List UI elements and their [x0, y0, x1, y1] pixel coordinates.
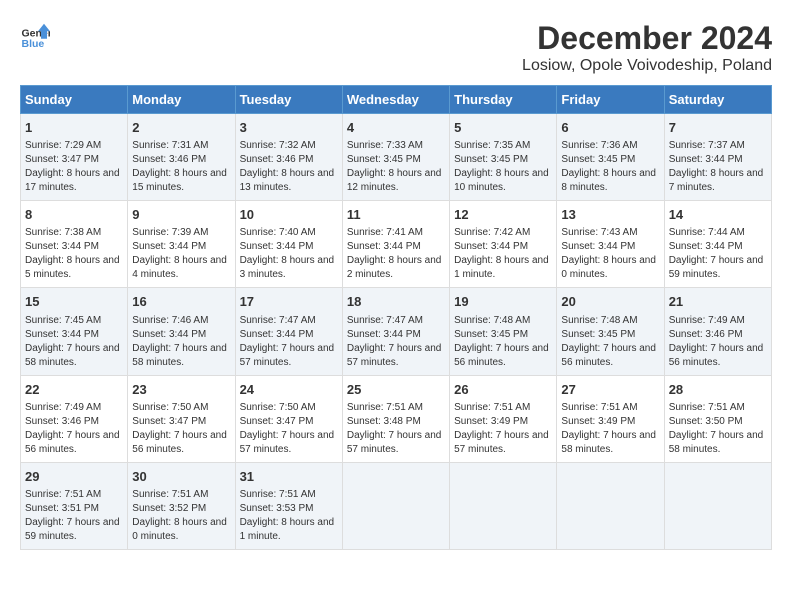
calendar-cell: 25Sunrise: 7:51 AMSunset: 3:48 PMDayligh… — [342, 375, 449, 462]
day-number: 25 — [347, 381, 445, 399]
calendar-cell: 14Sunrise: 7:44 AMSunset: 3:44 PMDayligh… — [664, 201, 771, 288]
day-number: 13 — [561, 206, 659, 224]
calendar-cell: 31Sunrise: 7:51 AMSunset: 3:53 PMDayligh… — [235, 462, 342, 549]
calendar-cell: 12Sunrise: 7:42 AMSunset: 3:44 PMDayligh… — [450, 201, 557, 288]
calendar-table: SundayMondayTuesdayWednesdayThursdayFrid… — [20, 85, 772, 550]
calendar-cell: 23Sunrise: 7:50 AMSunset: 3:47 PMDayligh… — [128, 375, 235, 462]
day-number: 15 — [25, 293, 123, 311]
title-area: December 2024 Losiow, Opole Voivodeship,… — [522, 20, 772, 75]
logo-icon: General Blue — [20, 20, 50, 50]
calendar-cell: 3Sunrise: 7:32 AMSunset: 3:46 PMDaylight… — [235, 114, 342, 201]
calendar-cell: 27Sunrise: 7:51 AMSunset: 3:49 PMDayligh… — [557, 375, 664, 462]
calendar-cell: 10Sunrise: 7:40 AMSunset: 3:44 PMDayligh… — [235, 201, 342, 288]
calendar-body: 1Sunrise: 7:29 AMSunset: 3:47 PMDaylight… — [21, 114, 772, 550]
day-number: 26 — [454, 381, 552, 399]
calendar-cell: 26Sunrise: 7:51 AMSunset: 3:49 PMDayligh… — [450, 375, 557, 462]
main-title: December 2024 — [522, 20, 772, 57]
calendar-week-row: 8Sunrise: 7:38 AMSunset: 3:44 PMDaylight… — [21, 201, 772, 288]
calendar-week-row: 22Sunrise: 7:49 AMSunset: 3:46 PMDayligh… — [21, 375, 772, 462]
calendar-cell: 15Sunrise: 7:45 AMSunset: 3:44 PMDayligh… — [21, 288, 128, 375]
day-number: 12 — [454, 206, 552, 224]
calendar-cell: 5Sunrise: 7:35 AMSunset: 3:45 PMDaylight… — [450, 114, 557, 201]
calendar-week-row: 1Sunrise: 7:29 AMSunset: 3:47 PMDaylight… — [21, 114, 772, 201]
calendar-cell: 29Sunrise: 7:51 AMSunset: 3:51 PMDayligh… — [21, 462, 128, 549]
calendar-cell: 9Sunrise: 7:39 AMSunset: 3:44 PMDaylight… — [128, 201, 235, 288]
day-number: 29 — [25, 468, 123, 486]
calendar-cell: 28Sunrise: 7:51 AMSunset: 3:50 PMDayligh… — [664, 375, 771, 462]
day-number: 16 — [132, 293, 230, 311]
calendar-cell: 17Sunrise: 7:47 AMSunset: 3:44 PMDayligh… — [235, 288, 342, 375]
day-number: 10 — [240, 206, 338, 224]
subtitle: Losiow, Opole Voivodeship, Poland — [522, 57, 772, 75]
day-number: 19 — [454, 293, 552, 311]
calendar-cell: 24Sunrise: 7:50 AMSunset: 3:47 PMDayligh… — [235, 375, 342, 462]
day-number: 22 — [25, 381, 123, 399]
header: General Blue December 2024 Losiow, Opole… — [20, 20, 772, 75]
column-header-friday: Friday — [557, 86, 664, 114]
day-number: 30 — [132, 468, 230, 486]
day-number: 17 — [240, 293, 338, 311]
day-number: 31 — [240, 468, 338, 486]
day-number: 28 — [669, 381, 767, 399]
calendar-cell: 19Sunrise: 7:48 AMSunset: 3:45 PMDayligh… — [450, 288, 557, 375]
calendar-cell: 21Sunrise: 7:49 AMSunset: 3:46 PMDayligh… — [664, 288, 771, 375]
day-number: 6 — [561, 119, 659, 137]
day-number: 20 — [561, 293, 659, 311]
svg-text:Blue: Blue — [22, 38, 45, 50]
calendar-cell — [664, 462, 771, 549]
calendar-cell: 30Sunrise: 7:51 AMSunset: 3:52 PMDayligh… — [128, 462, 235, 549]
calendar-cell: 8Sunrise: 7:38 AMSunset: 3:44 PMDaylight… — [21, 201, 128, 288]
calendar-cell: 11Sunrise: 7:41 AMSunset: 3:44 PMDayligh… — [342, 201, 449, 288]
calendar-cell: 22Sunrise: 7:49 AMSunset: 3:46 PMDayligh… — [21, 375, 128, 462]
column-header-tuesday: Tuesday — [235, 86, 342, 114]
calendar-cell: 18Sunrise: 7:47 AMSunset: 3:44 PMDayligh… — [342, 288, 449, 375]
column-header-wednesday: Wednesday — [342, 86, 449, 114]
day-number: 9 — [132, 206, 230, 224]
day-number: 24 — [240, 381, 338, 399]
logo: General Blue — [20, 20, 50, 50]
day-number: 27 — [561, 381, 659, 399]
day-number: 7 — [669, 119, 767, 137]
day-number: 14 — [669, 206, 767, 224]
calendar-cell: 4Sunrise: 7:33 AMSunset: 3:45 PMDaylight… — [342, 114, 449, 201]
day-number: 11 — [347, 206, 445, 224]
calendar-cell — [342, 462, 449, 549]
day-number: 18 — [347, 293, 445, 311]
calendar-week-row: 15Sunrise: 7:45 AMSunset: 3:44 PMDayligh… — [21, 288, 772, 375]
calendar-week-row: 29Sunrise: 7:51 AMSunset: 3:51 PMDayligh… — [21, 462, 772, 549]
calendar-cell: 16Sunrise: 7:46 AMSunset: 3:44 PMDayligh… — [128, 288, 235, 375]
day-number: 5 — [454, 119, 552, 137]
calendar-cell: 6Sunrise: 7:36 AMSunset: 3:45 PMDaylight… — [557, 114, 664, 201]
day-number: 8 — [25, 206, 123, 224]
calendar-cell: 13Sunrise: 7:43 AMSunset: 3:44 PMDayligh… — [557, 201, 664, 288]
day-number: 4 — [347, 119, 445, 137]
column-header-sunday: Sunday — [21, 86, 128, 114]
calendar-cell: 2Sunrise: 7:31 AMSunset: 3:46 PMDaylight… — [128, 114, 235, 201]
day-number: 21 — [669, 293, 767, 311]
day-number: 3 — [240, 119, 338, 137]
column-header-monday: Monday — [128, 86, 235, 114]
calendar-header-row: SundayMondayTuesdayWednesdayThursdayFrid… — [21, 86, 772, 114]
day-number: 23 — [132, 381, 230, 399]
calendar-cell — [557, 462, 664, 549]
day-number: 1 — [25, 119, 123, 137]
calendar-cell: 20Sunrise: 7:48 AMSunset: 3:45 PMDayligh… — [557, 288, 664, 375]
calendar-cell: 7Sunrise: 7:37 AMSunset: 3:44 PMDaylight… — [664, 114, 771, 201]
day-number: 2 — [132, 119, 230, 137]
column-header-saturday: Saturday — [664, 86, 771, 114]
calendar-cell — [450, 462, 557, 549]
calendar-cell: 1Sunrise: 7:29 AMSunset: 3:47 PMDaylight… — [21, 114, 128, 201]
column-header-thursday: Thursday — [450, 86, 557, 114]
